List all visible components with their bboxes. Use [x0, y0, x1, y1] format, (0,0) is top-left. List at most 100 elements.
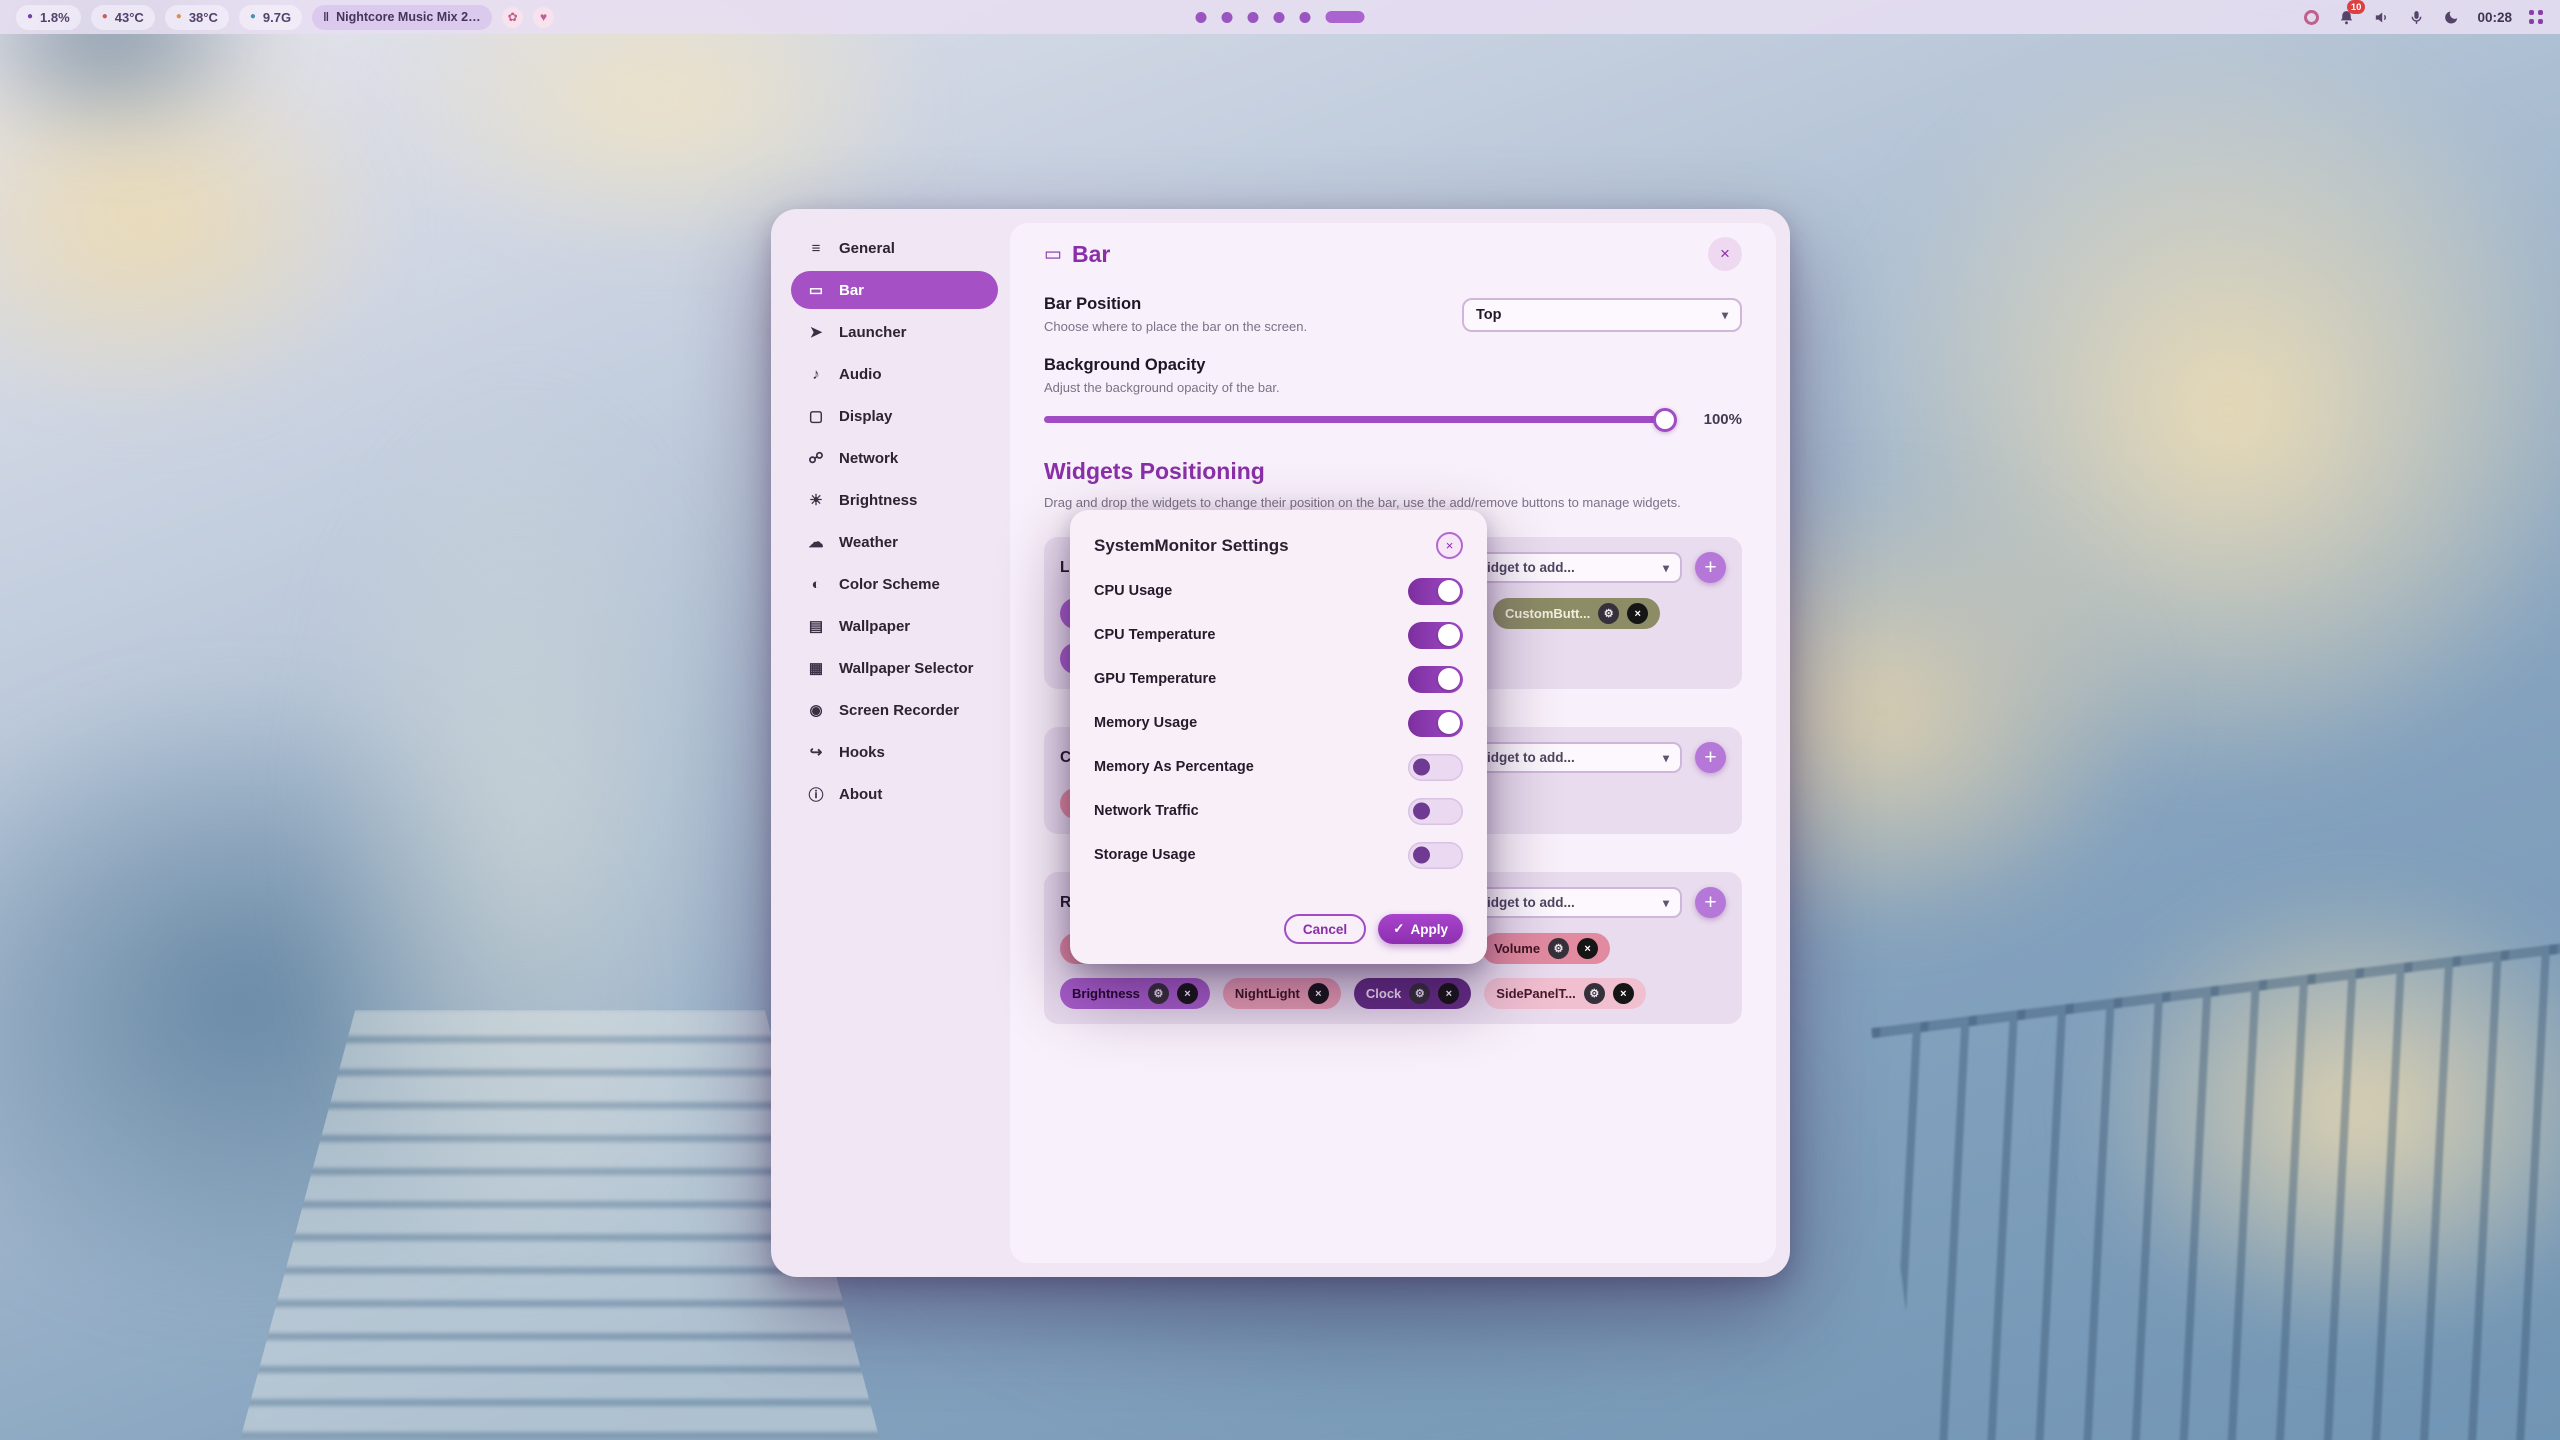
workspace-dot[interactable]	[1196, 12, 1207, 23]
chevron-down-icon: ▾	[1663, 561, 1669, 575]
chip-remove-icon[interactable]: ×	[1308, 983, 1329, 1004]
chip-settings-icon[interactable]: ⚙	[1584, 983, 1605, 1004]
apply-button[interactable]: ✓ Apply	[1378, 914, 1463, 944]
color-picker-icon[interactable]	[2302, 8, 2320, 26]
widget-chip-custombutton[interactable]: CustomButt... ⚙ ×	[1493, 598, 1660, 629]
sidebar-item-network[interactable]: ☍ Network	[791, 439, 998, 477]
heart-icon: ♥	[540, 10, 547, 24]
sidebar-item-label: Brightness	[839, 492, 917, 509]
sidebar-item-about[interactable]: ⓘ About	[791, 775, 998, 813]
memory-icon: ●	[250, 12, 256, 22]
toggle-row-network-traffic: Network Traffic	[1094, 789, 1463, 833]
chip-settings-icon[interactable]: ⚙	[1548, 938, 1569, 959]
media-title: Nightcore Music Mix 20...	[336, 10, 481, 24]
cpu-temp-module[interactable]: ● 43°C	[91, 5, 155, 30]
left-widgets-add-button[interactable]: +	[1695, 552, 1726, 583]
bar-position-info: Bar Position Choose where to place the b…	[1044, 295, 1307, 334]
widget-chip-sidepaneltoggle[interactable]: SidePanelT... ⚙ ×	[1484, 978, 1645, 1009]
chip-remove-icon[interactable]: ×	[1627, 603, 1648, 624]
sidebar-item-launcher[interactable]: ➤ Launcher	[791, 313, 998, 351]
wallpaper-railing	[1871, 936, 2560, 1440]
display-icon: ▢	[806, 407, 826, 425]
sidebar-item-label: About	[839, 786, 882, 803]
heart-button[interactable]: ♥	[533, 7, 554, 28]
wallpaper-icon: ▤	[806, 617, 826, 635]
cpu-usage-value: 1.8%	[40, 10, 70, 25]
notifications-icon[interactable]: 10	[2337, 8, 2355, 26]
opacity-slider-knob[interactable]	[1653, 408, 1677, 432]
sidebar-item-display[interactable]: ▢ Display	[791, 397, 998, 435]
chip-settings-icon[interactable]: ⚙	[1148, 983, 1169, 1004]
cpu-temperature-toggle[interactable]	[1408, 622, 1463, 649]
status-bar-right: 10 00:28	[2302, 0, 2544, 34]
memory-usage-toggle[interactable]	[1408, 710, 1463, 737]
sidebar-item-label: Screen Recorder	[839, 702, 959, 719]
opacity-slider[interactable]	[1044, 416, 1674, 423]
toggle-label: Storage Usage	[1094, 847, 1196, 863]
sidebar-item-color-scheme[interactable]: ◐ Color Scheme	[791, 565, 998, 603]
flower-button[interactable]: ✿	[502, 7, 523, 28]
widget-chip-label: Volume	[1494, 941, 1540, 956]
chip-settings-icon[interactable]: ⚙	[1598, 603, 1619, 624]
storage-usage-toggle[interactable]	[1408, 842, 1463, 869]
gpu-temp-module[interactable]: ● 38°C	[165, 5, 229, 30]
widget-chip-nightlight[interactable]: NightLight ×	[1223, 978, 1341, 1009]
sidebar-item-brightness[interactable]: ☀ Brightness	[791, 481, 998, 519]
app-launcher-icon[interactable]	[2529, 10, 2544, 25]
chip-settings-icon[interactable]: ⚙	[1409, 983, 1430, 1004]
memory-as-percentage-toggle[interactable]	[1408, 754, 1463, 781]
chip-remove-icon[interactable]: ×	[1177, 983, 1198, 1004]
toggle-row-cpu-temperature: CPU Temperature	[1094, 613, 1463, 657]
widget-chip-brightness[interactable]: Brightness ⚙ ×	[1060, 978, 1210, 1009]
content-header: ▭ Bar ×	[1044, 237, 1742, 271]
sidebar-item-wallpaper[interactable]: ▤ Wallpaper	[791, 607, 998, 645]
sidebar-item-general[interactable]: ≡ General	[791, 229, 998, 267]
network-traffic-toggle[interactable]	[1408, 798, 1463, 825]
cancel-button[interactable]: Cancel	[1284, 914, 1366, 944]
tune-icon: ≡	[806, 240, 826, 257]
color-scheme-icon: ◐	[806, 576, 826, 593]
widget-chip-label: NightLight	[1235, 986, 1300, 1001]
settings-sidebar: ≡ General ▭ Bar ➤ Launcher ♪ Audio ▢ Dis…	[785, 223, 1004, 1263]
dialog-close-button[interactable]: ×	[1436, 532, 1463, 559]
workspace-dot[interactable]	[1248, 12, 1259, 23]
sidebar-item-hooks[interactable]: ↪ Hooks	[791, 733, 998, 771]
clock[interactable]: 00:28	[2477, 10, 2512, 25]
media-player-module[interactable]: ‖ Nightcore Music Mix 20...	[312, 5, 492, 30]
sidebar-item-audio[interactable]: ♪ Audio	[791, 355, 998, 393]
sidebar-item-wallpaper-selector[interactable]: ▦ Wallpaper Selector	[791, 649, 998, 687]
chip-remove-icon[interactable]: ×	[1613, 983, 1634, 1004]
bar-page-icon: ▭	[1044, 243, 1062, 266]
audio-icon: ♪	[806, 366, 826, 383]
gpu-temperature-toggle[interactable]	[1408, 666, 1463, 693]
workspace-indicator	[1196, 11, 1365, 23]
sidebar-item-screen-recorder[interactable]: ◉ Screen Recorder	[791, 691, 998, 729]
center-widgets-add-button[interactable]: +	[1695, 742, 1726, 773]
apply-button-label: Apply	[1410, 922, 1448, 937]
dialog-title: SystemMonitor Settings	[1094, 536, 1436, 556]
widget-chip-volume[interactable]: Volume ⚙ ×	[1482, 933, 1610, 964]
sidebar-item-bar[interactable]: ▭ Bar	[791, 271, 998, 309]
window-close-button[interactable]: ×	[1708, 237, 1742, 271]
memory-module[interactable]: ● 9.7G	[239, 5, 302, 30]
bar-position-dropdown[interactable]: Top ▾	[1462, 298, 1742, 332]
widget-chip-clock[interactable]: Clock ⚙ ×	[1354, 978, 1471, 1009]
right-widgets-add-button[interactable]: +	[1695, 887, 1726, 918]
chip-remove-icon[interactable]: ×	[1577, 938, 1598, 959]
flower-icon: ✿	[508, 10, 518, 24]
cpu-usage-toggle[interactable]	[1408, 578, 1463, 605]
workspace-dot[interactable]	[1300, 12, 1311, 23]
gpu-temp-value: 38°C	[189, 10, 218, 25]
microphone-icon[interactable]	[2407, 8, 2425, 26]
sidebar-item-weather[interactable]: ☁ Weather	[791, 523, 998, 561]
chip-remove-icon[interactable]: ×	[1438, 983, 1459, 1004]
workspace-dot[interactable]	[1274, 12, 1285, 23]
night-light-icon[interactable]	[2442, 8, 2460, 26]
cpu-usage-module[interactable]: ● 1.8%	[16, 5, 81, 30]
widgets-positioning-title: Widgets Positioning	[1044, 458, 1742, 485]
launcher-icon: ➤	[806, 323, 826, 341]
workspace-dot[interactable]	[1222, 12, 1233, 23]
pause-icon[interactable]: ‖	[323, 11, 329, 23]
volume-icon[interactable]	[2372, 8, 2390, 26]
workspace-active-pill[interactable]	[1326, 11, 1365, 23]
